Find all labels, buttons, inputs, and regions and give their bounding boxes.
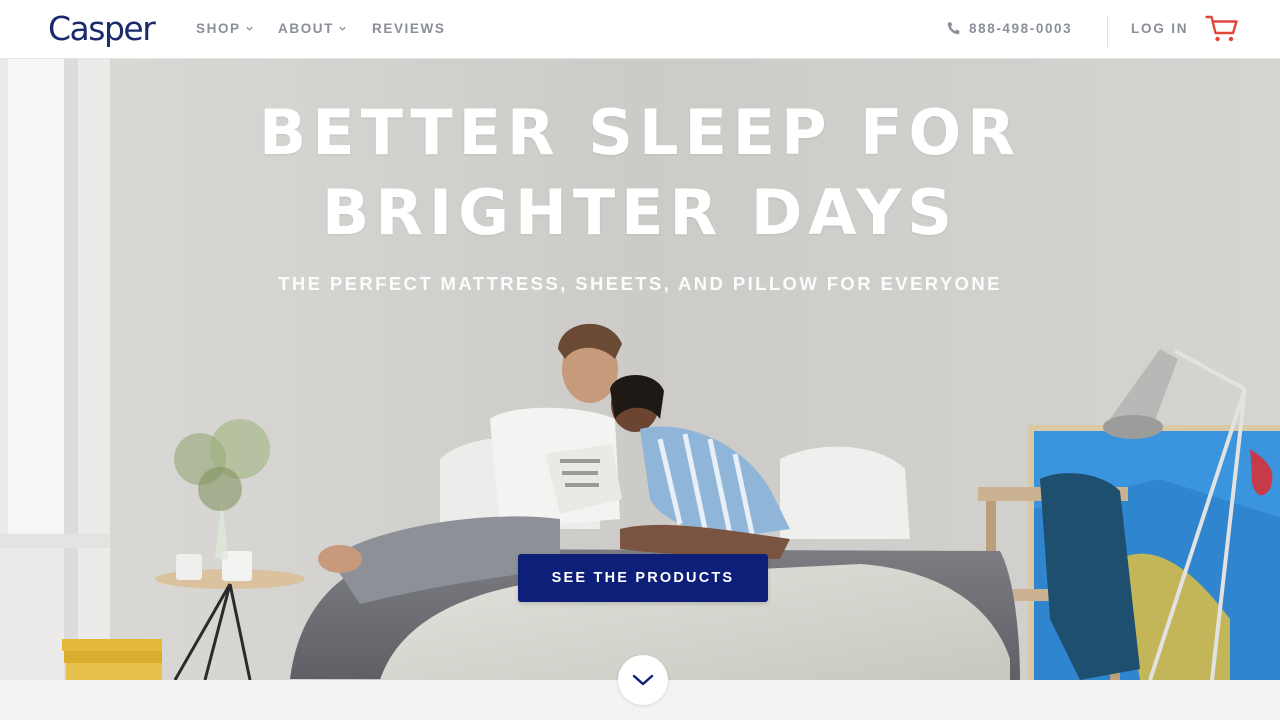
- hero-section: BETTER SLEEP FOR BRIGHTER DAYS THE PERFE…: [0, 59, 1280, 680]
- nav-about[interactable]: ABOUT: [278, 21, 347, 36]
- chevron-down-icon: [246, 26, 253, 31]
- hero-subheadline: THE PERFECT MATTRESS, SHEETS, AND PILLOW…: [278, 273, 1002, 294]
- nav-about-label: ABOUT: [278, 21, 334, 36]
- phone-link[interactable]: 888-498-0003: [946, 21, 1072, 36]
- chevron-down-icon: [339, 26, 346, 31]
- chevron-down-icon: [632, 674, 654, 686]
- login-link[interactable]: LOG IN: [1131, 21, 1188, 36]
- casper-logo[interactable]: Casper: [48, 9, 156, 48]
- nav-shop[interactable]: SHOP: [196, 21, 254, 36]
- phone-icon: [947, 22, 960, 35]
- nav-divider: [1107, 15, 1108, 47]
- cart-icon[interactable]: [1205, 14, 1239, 44]
- nav-shop-label: SHOP: [196, 21, 241, 36]
- nav-reviews-label: REVIEWS: [372, 21, 446, 36]
- top-navbar: Casper SHOP ABOUT REVIEWS 888-498-0003 L…: [0, 0, 1280, 59]
- nav-reviews[interactable]: REVIEWS: [372, 21, 445, 36]
- phone-number: 888-498-0003: [969, 21, 1073, 36]
- hero-headline-line2: BRIGHTER DAYS: [322, 176, 958, 249]
- see-products-button[interactable]: SEE THE PRODUCTS: [518, 554, 768, 602]
- hero-headline-line1: BETTER SLEEP FOR: [259, 96, 1021, 169]
- scroll-down-button[interactable]: [618, 655, 668, 705]
